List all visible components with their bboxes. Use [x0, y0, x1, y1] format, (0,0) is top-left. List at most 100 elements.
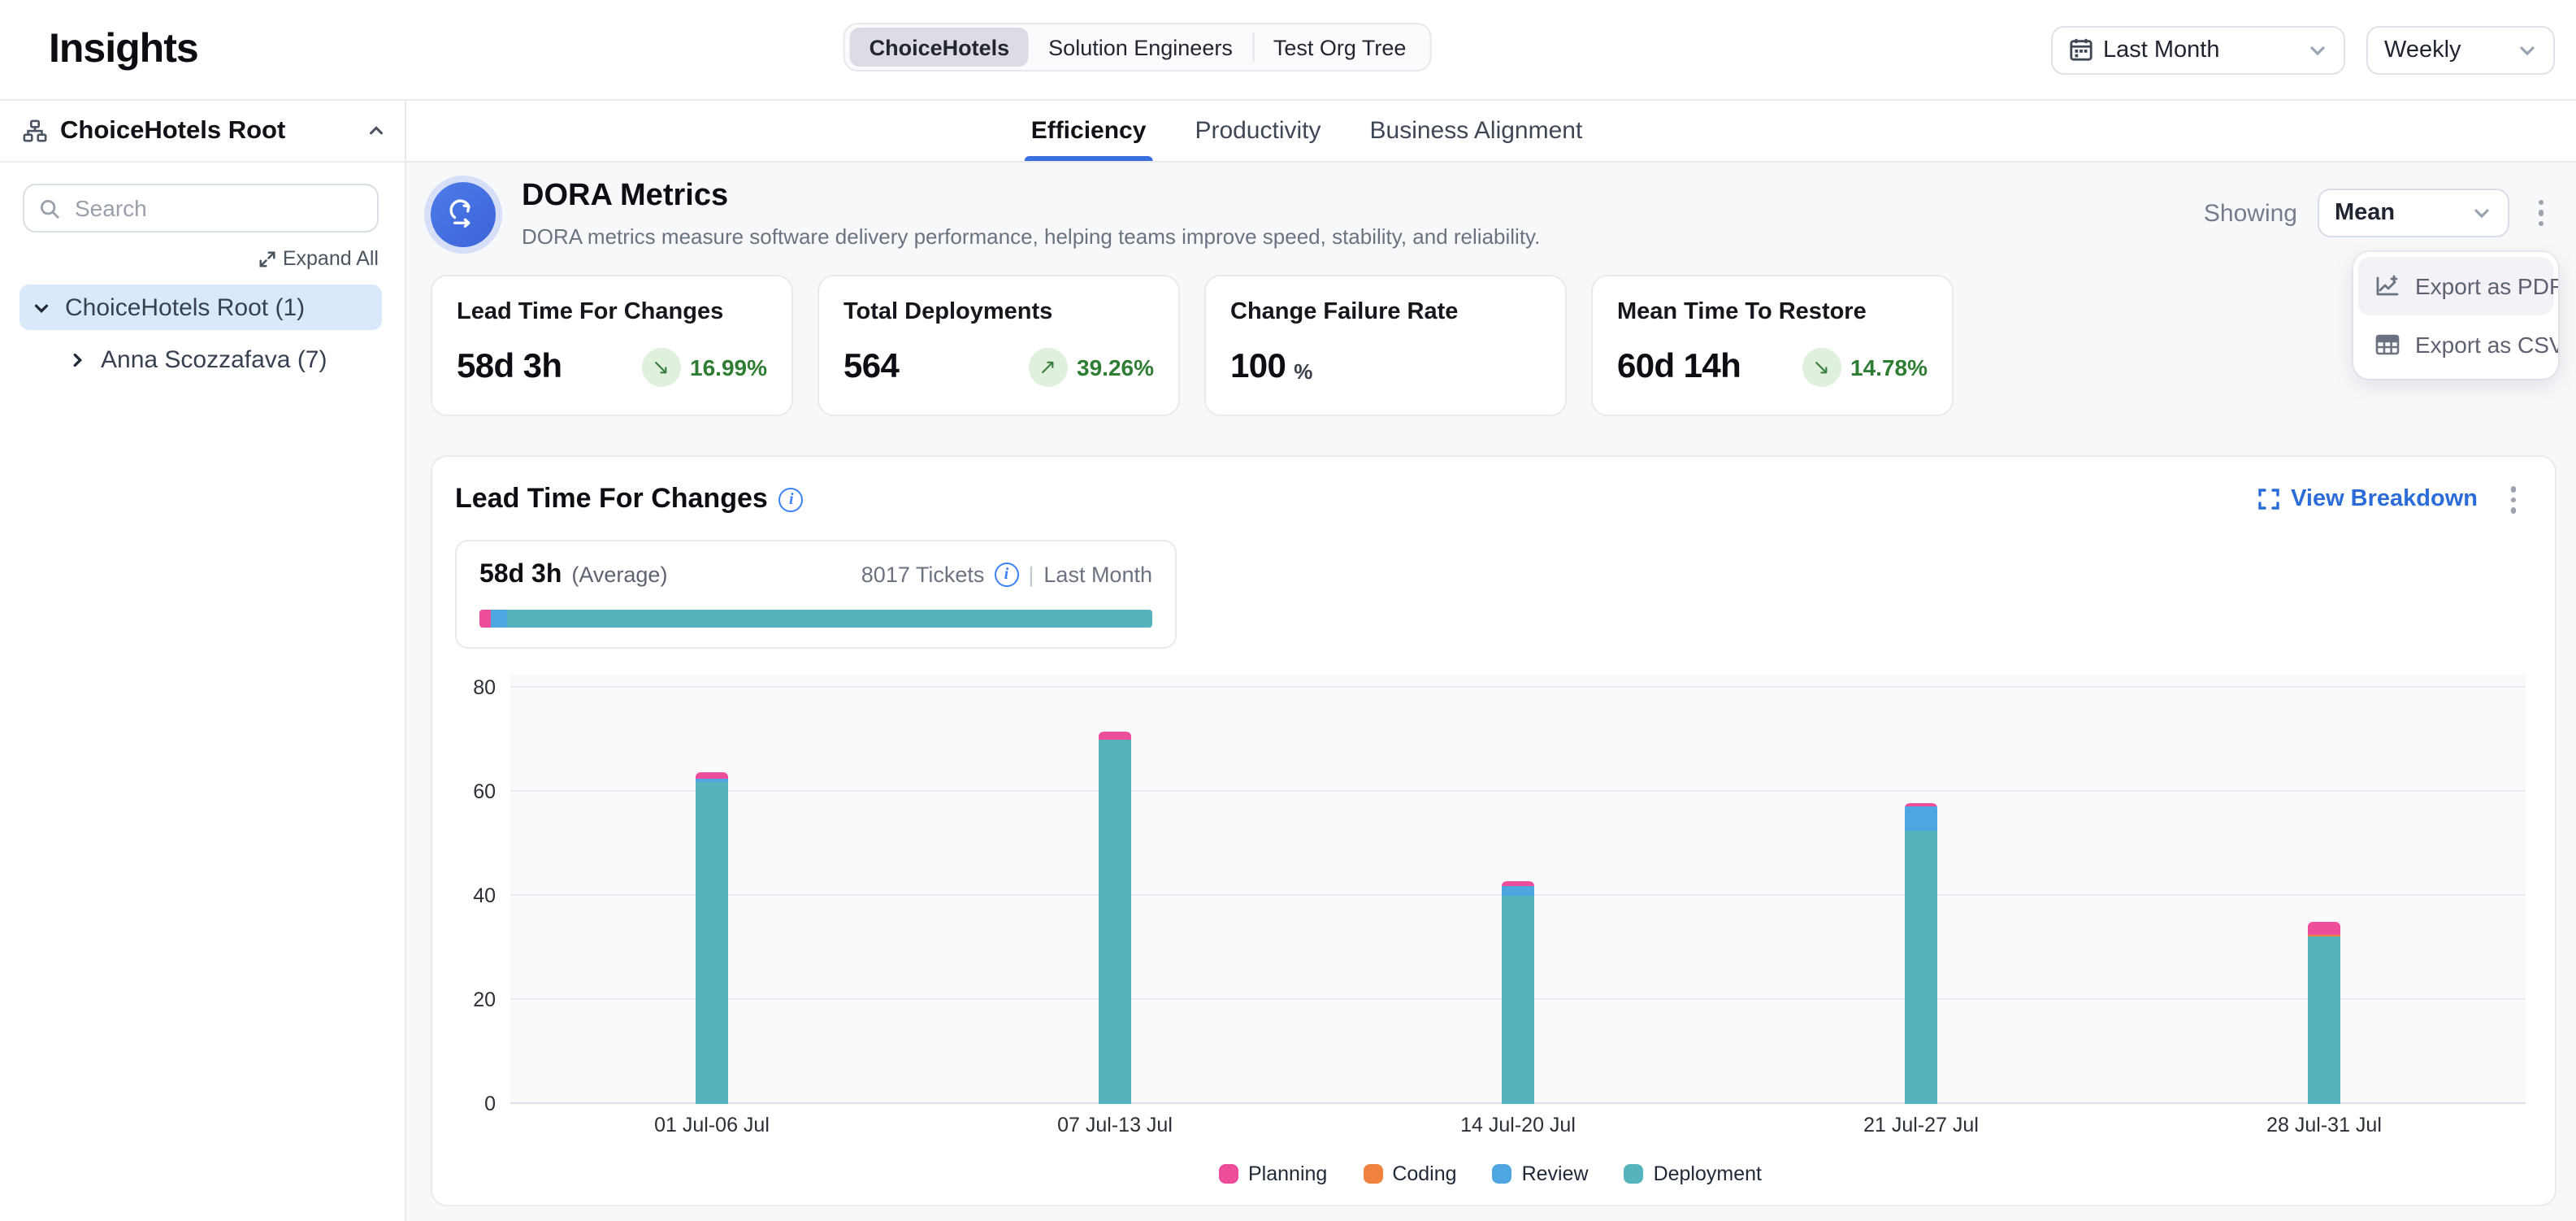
metric-title: Total Deployments: [843, 299, 1154, 325]
chevron-down-icon: [2471, 203, 2491, 223]
phase-distribution-bar: [479, 609, 1152, 627]
tree-item-anna[interactable]: Anna Scozzafava (7): [55, 337, 382, 382]
org-tab-solution-engineers[interactable]: Solution Engineers: [1029, 28, 1252, 67]
chevron-right-icon[interactable]: [68, 350, 86, 368]
summary-value: 58d 3h: [479, 560, 562, 589]
bar-segment-deployment: [2308, 936, 2340, 1103]
metric-title: Change Failure Rate: [1230, 299, 1541, 325]
metric-value: 58d 3h: [457, 348, 562, 387]
chevron-down-icon: [2308, 40, 2327, 59]
bar-21-jul-27-jul: [1905, 802, 1937, 1103]
export-pdf-label: Export as PDF: [2415, 273, 2558, 299]
y-tick-label: 40: [473, 884, 496, 906]
phase-segment-review: [492, 609, 506, 627]
tree-item-root[interactable]: ChoiceHotels Root (1): [20, 285, 382, 330]
chart-kebab-menu-icon[interactable]: [2500, 480, 2526, 519]
bar-14-jul-20-jul: [1502, 880, 1534, 1103]
info-icon[interactable]: i: [779, 488, 804, 512]
metric-title: Lead Time For Changes: [457, 299, 767, 325]
main-tabs-bar: Efficiency Productivity Business Alignme…: [406, 101, 2576, 163]
org-segmented-control: ChoiceHotels Solution Engineers Test Org…: [843, 23, 1433, 72]
export-pdf-icon: [2374, 273, 2400, 299]
expand-all-label: Expand All: [283, 247, 379, 270]
x-tick-label: 14 Jul-20 Jul: [1316, 1113, 1720, 1136]
y-tick-label: 20: [473, 988, 496, 1010]
summary-period: Last Month: [1043, 562, 1152, 586]
chevron-down-icon[interactable]: [33, 298, 50, 316]
gridline: [510, 789, 2526, 791]
bar-segment-planning: [1099, 732, 1131, 739]
bar-segment-review: [1502, 887, 1534, 895]
phase-segment-deployment: [506, 609, 1152, 627]
period-dropdown[interactable]: Last Month: [2051, 25, 2345, 74]
sidebar-title: ChoiceHotels Root: [60, 116, 285, 146]
y-tick-label: 60: [473, 780, 496, 802]
bar-segment-deployment: [696, 782, 728, 1104]
lead-time-chart-card: Lead Time For Changes i: [431, 455, 2556, 1206]
page-title: Insights: [49, 26, 198, 73]
metric-title: Mean Time To Restore: [1617, 299, 1928, 325]
insights-app: Insights ChoiceHotels Solution Engineers…: [0, 0, 2576, 1221]
expand-all-button[interactable]: Expand All: [0, 247, 379, 270]
tab-business-alignment[interactable]: Business Alignment: [1370, 101, 1583, 161]
org-tree-icon: [23, 119, 47, 143]
org-tree: ChoiceHotels Root (1) Anna Scozzafava (7…: [0, 285, 405, 389]
showing-label: Showing: [2204, 199, 2297, 227]
view-breakdown-button[interactable]: View Breakdown: [2257, 487, 2478, 513]
legend-swatch: [1624, 1163, 1644, 1183]
legend-swatch: [1363, 1163, 1382, 1183]
metric-card-mean-time-to-restore: Mean Time To Restore 60d 14h ↘ 14.78%: [1591, 275, 1954, 416]
chevron-down-icon: [2517, 40, 2537, 59]
tree-item-label: ChoiceHotels Root (1): [65, 293, 305, 321]
gridline: [510, 685, 2526, 687]
tab-productivity[interactable]: Productivity: [1195, 101, 1321, 161]
export-csv-label: Export as CSV: [2415, 332, 2558, 358]
dora-kebab-menu-icon[interactable]: [2528, 193, 2553, 233]
trend-up-arrow-icon: ↗: [1028, 348, 1067, 387]
metric-value: 60d 14h: [1617, 348, 1741, 387]
expand-corners-icon: [2257, 489, 2279, 511]
tab-efficiency[interactable]: Efficiency: [1031, 101, 1147, 161]
bar-segment-deployment: [1905, 830, 1937, 1103]
granularity-value: Weekly: [2384, 37, 2461, 63]
info-icon[interactable]: i: [994, 562, 1018, 586]
stacked-bar-chart: 020406080: [455, 674, 2526, 1103]
chart-legend: PlanningCodingReviewDeployment: [455, 1162, 2526, 1184]
top-right-controls: Last Month Weekly: [2051, 25, 2555, 74]
trend-badge: ↗ 39.26%: [1028, 348, 1154, 387]
dora-header: DORA Metrics DORA metrics measure softwa…: [431, 179, 2556, 249]
summary-tickets: 8017 Tickets: [861, 562, 985, 586]
trend-percent: 16.99%: [690, 354, 767, 380]
metric-unit: %: [1294, 359, 1312, 384]
chart-title: Lead Time For Changes: [455, 484, 768, 516]
trend-percent: 39.26%: [1077, 354, 1154, 380]
metric-value: 564: [843, 348, 899, 387]
bar-07-jul-13-jul: [1099, 732, 1131, 1103]
chevron-up-icon[interactable]: [367, 122, 385, 140]
aggregation-dropdown[interactable]: Mean: [2317, 189, 2509, 237]
metric-card-lead-time: Lead Time For Changes 58d 3h ↘ 16.99%: [431, 275, 793, 416]
legend-item-deployment: Deployment: [1624, 1162, 1762, 1184]
x-tick-label: 21 Jul-27 Jul: [1720, 1113, 2123, 1136]
export-csv-menu-item[interactable]: Export as CSV: [2358, 315, 2553, 374]
summary-qualifier: (Average): [571, 562, 667, 586]
org-tab-test-org-tree[interactable]: Test Org Tree: [1254, 28, 1426, 67]
export-pdf-menu-item[interactable]: Export as PDF: [2358, 257, 2553, 315]
bar-segment-planning: [696, 771, 728, 778]
x-tick-label: 01 Jul-06 Jul: [510, 1113, 913, 1136]
bar-segment-planning: [1502, 880, 1534, 887]
x-tick-label: 07 Jul-13 Jul: [913, 1113, 1316, 1136]
dora-title: DORA Metrics: [522, 179, 1540, 215]
trend-badge: ↘ 14.78%: [1802, 348, 1928, 387]
main-area: Efficiency Productivity Business Alignme…: [406, 101, 2576, 1221]
granularity-dropdown[interactable]: Weekly: [2366, 25, 2555, 74]
search-input[interactable]: [72, 193, 362, 223]
sidebar-header[interactable]: ChoiceHotels Root: [0, 101, 405, 163]
tree-item-label: Anna Scozzafava (7): [101, 345, 327, 373]
y-tick-label: 0: [484, 1092, 496, 1115]
legend-swatch: [1493, 1163, 1512, 1183]
chart-summary-card: 58d 3h (Average) 8017 Tickets i | Last M…: [455, 539, 1177, 648]
org-tab-choicehotels[interactable]: ChoiceHotels: [850, 28, 1030, 67]
phase-segment-planning: [479, 609, 492, 627]
dora-description: DORA metrics measure software delivery p…: [522, 224, 1540, 249]
